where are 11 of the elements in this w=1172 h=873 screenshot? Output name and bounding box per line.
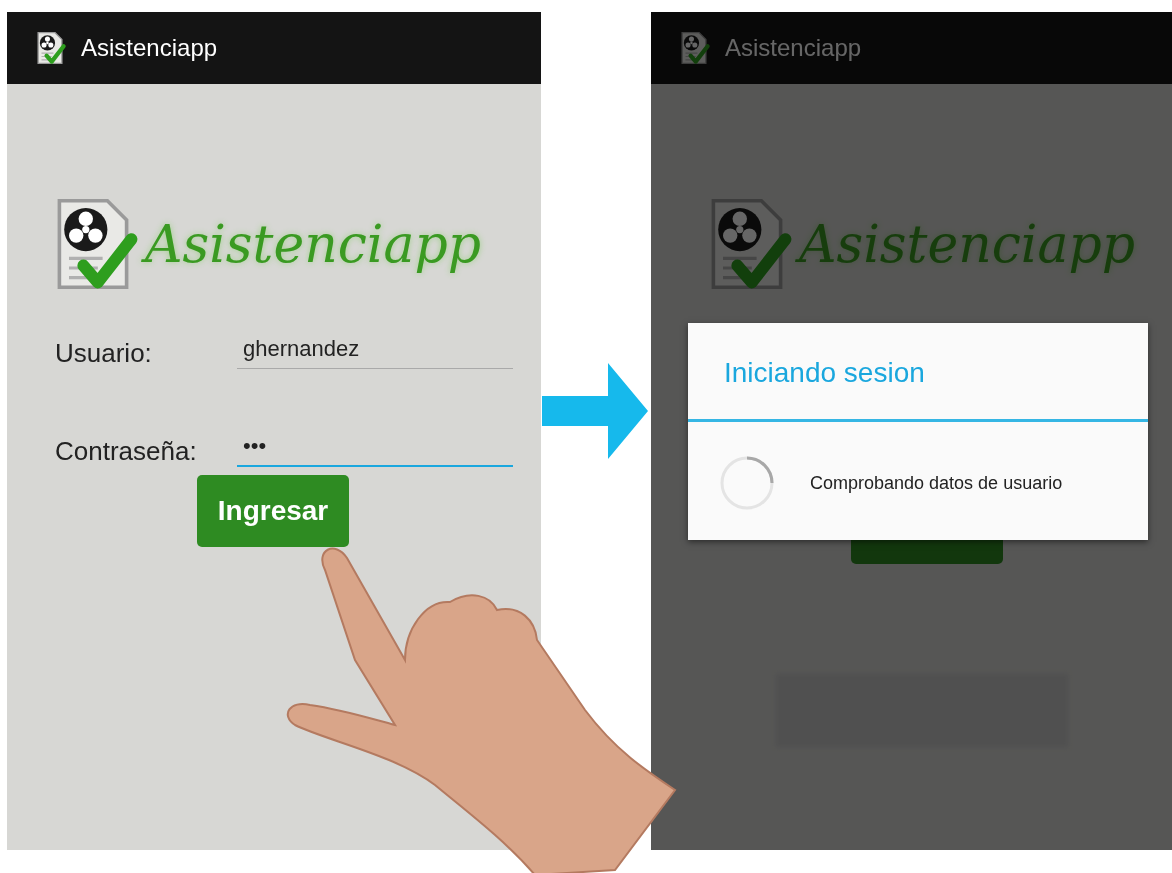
arrow-icon (542, 361, 650, 461)
login-button[interactable]: Ingresar (197, 475, 349, 547)
app-title: Asistenciapp (725, 34, 862, 62)
input-field[interactable]: ghernandez (237, 336, 513, 369)
spinner-icon (718, 454, 776, 512)
dialog-message: Comprobando datos de usuario (810, 472, 1063, 494)
field-label: Contraseña: (55, 436, 198, 467)
app-title: Asistenciapp (81, 34, 218, 62)
input-field[interactable]: ••• (237, 433, 513, 467)
field-label: Usuario: (55, 338, 153, 369)
dialog-title: Iniciando sesion (688, 323, 1148, 422)
